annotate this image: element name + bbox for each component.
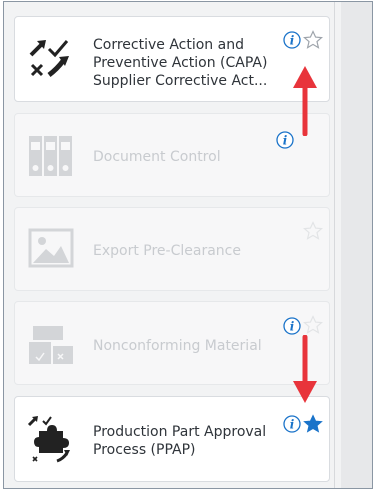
favorite-star-icon[interactable] — [302, 315, 324, 335]
boxes-icon — [27, 322, 75, 370]
app-card-ppap[interactable]: Production Part Approval Process (PPAP) … — [14, 396, 330, 482]
svg-text:i: i — [283, 134, 288, 148]
app-card-capa[interactable]: Corrective Action and Preventive Action … — [14, 16, 330, 102]
binders-icon — [27, 132, 75, 180]
right-sidebar — [341, 2, 372, 488]
app-card-label: Document Control — [93, 149, 221, 165]
puzzle-icon — [27, 415, 75, 463]
panel-divider — [334, 2, 335, 488]
app-card-nonconforming-material[interactable]: Nonconforming Material i — [14, 301, 330, 385]
favorite-star-filled-icon[interactable] — [303, 414, 323, 434]
app-card-label: Nonconforming Material — [93, 338, 262, 354]
annotation-arrow-down-icon — [290, 334, 320, 411]
app-card-label: Production Part Approval Process (PPAP) — [93, 424, 267, 458]
favorite-star-icon[interactable] — [302, 221, 324, 241]
favorite-star-icon[interactable] — [302, 30, 324, 50]
image-placeholder-icon — [27, 224, 75, 272]
svg-text:i: i — [290, 34, 295, 48]
annotation-arrow-up-icon — [290, 64, 320, 140]
info-icon[interactable]: i — [283, 415, 301, 433]
info-icon[interactable]: i — [283, 317, 301, 335]
app-list-panel: Corrective Action and Preventive Action … — [3, 1, 373, 489]
app-card-export-pre-clearance[interactable]: Export Pre-Clearance — [14, 207, 330, 291]
capa-arrows-icon — [27, 35, 75, 83]
svg-text:i: i — [290, 418, 295, 432]
app-card-label: Export Pre-Clearance — [93, 243, 241, 259]
app-card-document-control[interactable]: Document Control i — [14, 113, 330, 197]
info-icon[interactable]: i — [283, 31, 301, 49]
app-card-label: Corrective Action and Preventive Action … — [93, 37, 268, 89]
svg-text:i: i — [290, 320, 295, 334]
